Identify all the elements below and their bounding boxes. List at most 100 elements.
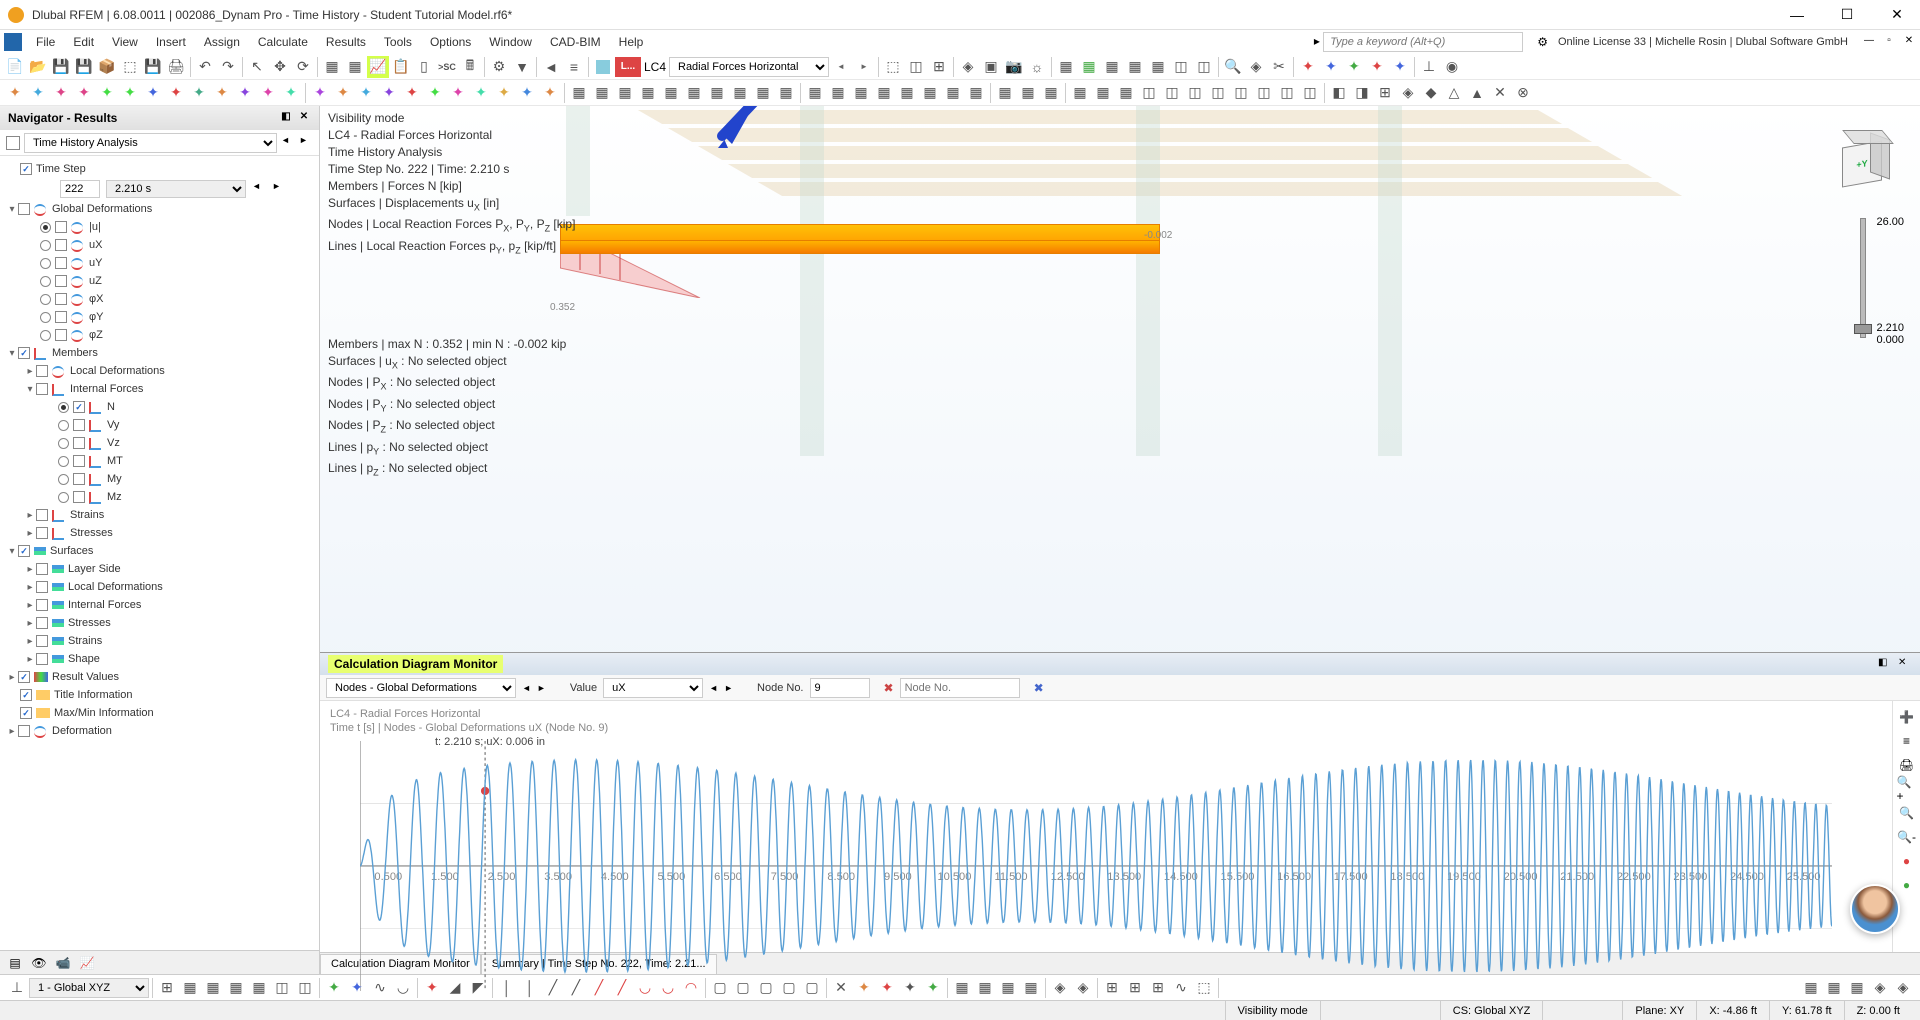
calc-close[interactable]: ✕ <box>1898 657 1912 671</box>
tb-diagram-highlighted[interactable]: 📈 <box>367 56 389 78</box>
menu-help[interactable]: Help <box>611 33 652 51</box>
tb2-g39[interactable]: ▲ <box>1466 82 1488 104</box>
st-c6[interactable]: ╱ <box>611 977 633 999</box>
tb-axis-3[interactable]: ✦ <box>1343 56 1365 78</box>
st-end2[interactable]: ▦ <box>1823 977 1845 999</box>
node-pick-icon[interactable]: ✖ <box>1034 681 1044 695</box>
surfaces-check[interactable] <box>18 545 30 557</box>
tb2-g10[interactable]: ▦ <box>775 82 797 104</box>
tb-new[interactable]: 📄 <box>4 56 26 78</box>
tb2-10[interactable]: ✦ <box>211 82 233 104</box>
tb2-18[interactable]: ✦ <box>401 82 423 104</box>
tb2-g13[interactable]: ▦ <box>850 82 872 104</box>
st-b10[interactable]: ∿ <box>369 977 391 999</box>
cs-combo[interactable]: 1 - Global XYZ <box>29 978 149 998</box>
tb-clip[interactable]: ✂ <box>1268 56 1290 78</box>
tb2-g1[interactable]: ▦ <box>568 82 590 104</box>
menu-cadbim[interactable]: CAD-BIM <box>542 33 609 51</box>
expand-surfaces[interactable]: ▾ <box>6 546 18 557</box>
tb2-g35[interactable]: ⊞ <box>1374 82 1396 104</box>
radio-u[interactable] <box>40 222 51 233</box>
calc-pin[interactable]: ◧ <box>1878 657 1892 671</box>
tb2-g36[interactable]: ◈ <box>1397 82 1419 104</box>
tb-lc-prev[interactable]: ◄ <box>540 56 562 78</box>
tb-render-6[interactable]: ◫ <box>1170 56 1192 78</box>
st-cs-icon[interactable]: ⊥ <box>6 977 28 999</box>
tb-nav[interactable]: ▯ <box>413 56 435 78</box>
side-zoom-in[interactable]: 🔍+ <box>1897 779 1917 799</box>
st-h1[interactable]: ⊞ <box>1101 977 1123 999</box>
tb-rotate[interactable]: ⟳ <box>292 56 314 78</box>
tb2-14[interactable]: ✦ <box>309 82 331 104</box>
tb-script[interactable]: >SC <box>436 56 458 78</box>
tb2-g23[interactable]: ▦ <box>1092 82 1114 104</box>
app-menu-icon[interactable] <box>4 33 22 51</box>
members-check[interactable] <box>18 347 30 359</box>
tb2-12[interactable]: ✦ <box>257 82 279 104</box>
node-no-input[interactable] <box>810 678 870 698</box>
time-scale-handle[interactable] <box>1854 324 1872 334</box>
time-scale-track[interactable] <box>1860 218 1866 338</box>
radio-phiz[interactable] <box>40 330 51 341</box>
st-c4[interactable]: ╱ <box>565 977 587 999</box>
calc-chart[interactable]: LC4 - Radial Forces Horizontal Time t [s… <box>320 701 1892 952</box>
tb-iso[interactable]: ◈ <box>957 56 979 78</box>
st-b8[interactable]: ✦ <box>323 977 345 999</box>
tb-render-3[interactable]: ▦ <box>1101 56 1123 78</box>
tb-undo[interactable]: ↶ <box>194 56 216 78</box>
tb2-23[interactable]: ✦ <box>516 82 538 104</box>
radio-vz[interactable] <box>58 438 69 449</box>
tb-axis-4[interactable]: ✦ <box>1366 56 1388 78</box>
tb2-g32[interactable]: ◫ <box>1299 82 1321 104</box>
st-b2[interactable]: ▦ <box>179 977 201 999</box>
tb-save[interactable]: 💾 <box>50 56 72 78</box>
menu-settings-icon[interactable]: ⚙ <box>1537 35 1548 49</box>
tb-iso-cube[interactable]: ◈ <box>1245 56 1267 78</box>
tb-table-2[interactable]: ▦ <box>344 56 366 78</box>
st-e1[interactable]: ✕ <box>830 977 852 999</box>
st-f3[interactable]: ▦ <box>997 977 1019 999</box>
tb-lc-color[interactable] <box>592 56 614 78</box>
st-end4[interactable]: ◈ <box>1869 977 1891 999</box>
tb2-9[interactable]: ✦ <box>188 82 210 104</box>
menu-window[interactable]: Window <box>481 33 540 51</box>
viewport-3d[interactable]: 0.352 -0.002 Visibility mode LC4 - Radia… <box>320 106 1920 652</box>
tb2-11[interactable]: ✦ <box>234 82 256 104</box>
tb2-19[interactable]: ✦ <box>424 82 446 104</box>
st-d1[interactable]: ▢ <box>709 977 731 999</box>
nav-combo-next[interactable]: ► <box>299 135 313 151</box>
tb-render-4[interactable]: ▦ <box>1124 56 1146 78</box>
tb2-g33[interactable]: ◧ <box>1328 82 1350 104</box>
st-b3[interactable]: ▦ <box>202 977 224 999</box>
radio-ux[interactable] <box>40 240 51 251</box>
menu-assign[interactable]: Assign <box>196 33 248 51</box>
close-button[interactable]: ✕ <box>1882 0 1912 30</box>
tb-disk[interactable]: 💾 <box>142 56 164 78</box>
st-h2[interactable]: ⊞ <box>1124 977 1146 999</box>
tb-view-2[interactable]: ◫ <box>905 56 927 78</box>
timestep-check[interactable] <box>20 163 32 175</box>
st-d4[interactable]: ▢ <box>778 977 800 999</box>
tb-saveas[interactable]: 💾 <box>73 56 95 78</box>
calc-next-btn[interactable]: ► <box>537 683 546 693</box>
st-b6[interactable]: ◫ <box>271 977 293 999</box>
tb2-g9[interactable]: ▦ <box>752 82 774 104</box>
st-b12[interactable]: ✦ <box>421 977 443 999</box>
mdi-minimize[interactable]: — <box>1862 35 1876 49</box>
nav-pin-button[interactable]: ◧ <box>279 111 293 125</box>
tb2-g11[interactable]: ▦ <box>804 82 826 104</box>
tb-package[interactable]: 📦 <box>96 56 118 78</box>
nav-close-button[interactable]: ✕ <box>297 111 311 125</box>
keyword-search-input[interactable] <box>1323 32 1523 52</box>
tb2-1[interactable]: ✦ <box>4 82 26 104</box>
tb2-7[interactable]: ✦ <box>142 82 164 104</box>
tb2-g14[interactable]: ▦ <box>873 82 895 104</box>
calc-vnext[interactable]: ► <box>724 683 733 693</box>
st-b13[interactable]: ◢ <box>444 977 466 999</box>
mdi-restore[interactable]: ▫ <box>1882 35 1896 49</box>
tb-axis-2[interactable]: ✦ <box>1320 56 1342 78</box>
timestep-next[interactable]: ► <box>272 181 286 197</box>
tb-render-7[interactable]: ◫ <box>1193 56 1215 78</box>
assistant-avatar[interactable] <box>1850 884 1900 934</box>
tb2-g25[interactable]: ◫ <box>1138 82 1160 104</box>
